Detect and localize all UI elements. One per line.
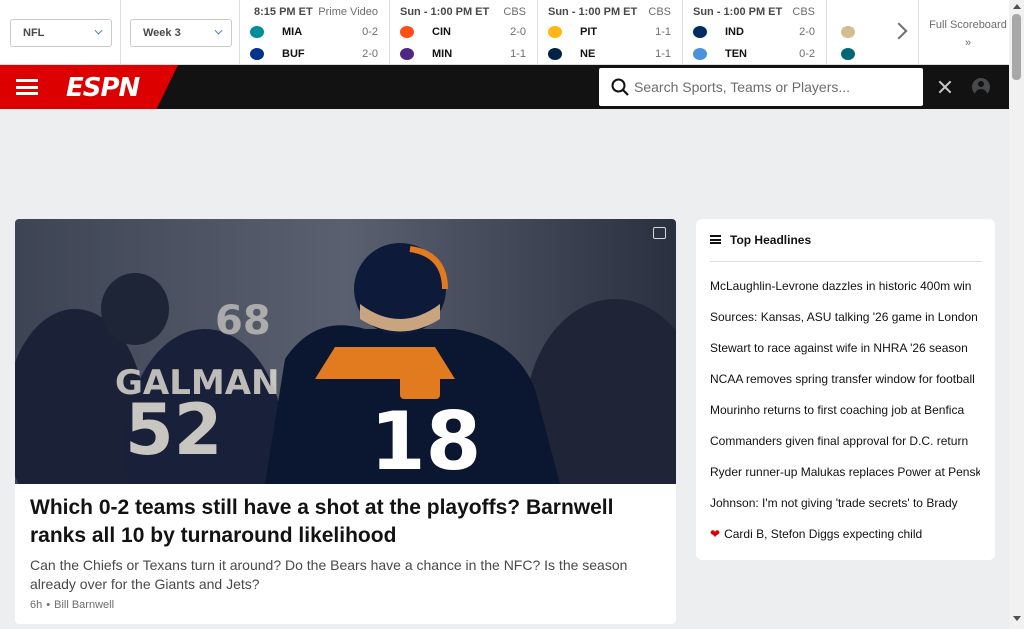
team-record: 0-2 [799,48,815,60]
team-logo-icon [548,48,562,60]
user-account-icon[interactable] [972,78,990,96]
week-select[interactable]: Week 3 [130,19,232,47]
headline-item[interactable]: Commanders given final approval for D.C.… [710,434,980,448]
game-status: Sun - 1:00 PM ET [548,6,638,18]
headline-item[interactable]: Ryder runner-up Malukas replaces Power a… [710,465,980,479]
team-row [841,47,886,63]
hero-story-card[interactable]: GALMAN 52 68 18 Which 0-2 teams still ha… [15,219,676,624]
game-status: 8:15 PM ET [254,6,313,18]
team-record: 1-1 [655,26,671,38]
image-gallery-icon[interactable] [653,227,666,239]
game-card[interactable]: Sun - 1:00 PM ET CBS CIN 2-0 MIN 1-1 [390,0,536,65]
team-logo-icon [693,26,707,38]
espn-logo[interactable]: ESPN [66,73,140,103]
story-author: Bill Barnwell [54,599,115,611]
team-logo-icon [400,48,414,60]
divider [918,0,919,65]
team-logo-icon [250,26,264,38]
jersey-number-back: 52 [125,389,222,471]
team-logo-icon [250,48,264,60]
jersey-number-side: 68 [215,298,271,344]
list-icon [710,235,721,245]
team-abbr: BUF [282,48,305,60]
team-logo-icon [693,48,707,60]
team-abbr: IND [725,26,744,38]
game-status: Sun - 1:00 PM ET [693,6,783,18]
team-row [841,25,886,41]
team-row: NE 1-1 [548,47,671,63]
headline-item[interactable]: Stewart to race against wife in NHRA '26… [710,341,980,355]
team-row: MIN 1-1 [400,47,526,63]
close-search-icon[interactable] [937,79,953,95]
team-record: 2-0 [799,26,815,38]
team-abbr: NE [580,48,596,60]
top-headlines-label: Top Headlines [730,233,812,247]
top-headlines-title: Top Headlines [710,233,811,247]
menu-icon[interactable] [16,79,38,95]
hero-meta: 6h • Bill Barnwell [30,599,114,611]
team-abbr: PIT [580,26,598,38]
team-row: CIN 2-0 [400,25,526,41]
chevron-down-icon [94,26,103,35]
divider [120,0,121,65]
game-card[interactable]: Sun - 1:00 PM ET CBS PIT 1-1 NE 1-1 [538,0,681,65]
game-network: Prime Video [318,6,378,18]
separator-dot: • [46,599,51,611]
game-network: CBS [648,6,671,18]
team-row: TEN 0-2 [693,47,815,63]
scrollbar-thumb[interactable] [1012,14,1021,80]
team-row: MIA 0-2 [250,25,378,41]
scroll-down-arrow-icon[interactable] [1013,616,1021,621]
full-scoreboard-link[interactable]: Full Scoreboard » [928,16,1008,52]
team-record: 2-0 [510,26,526,38]
divider [826,0,827,65]
scoreboard-next-arrow-icon[interactable] [893,22,907,40]
team-record: 2-0 [362,48,378,60]
team-record: 0-2 [362,26,378,38]
headline-item-featured[interactable]: ❤ Cardi B, Stefon Diggs expecting child [710,527,980,541]
league-select-label: NFL [23,27,45,39]
team-logo-icon [841,48,855,60]
game-network: CBS [503,6,526,18]
team-record: 1-1 [510,48,526,60]
team-logo-icon [841,26,855,38]
team-row: BUF 2-0 [250,47,378,63]
search-icon[interactable] [611,78,629,96]
top-headlines-panel: Top Headlines McLaughlin-Levrone dazzles… [696,219,995,560]
search-input[interactable] [634,73,920,101]
jersey-number-front: 18 [370,395,481,484]
team-abbr: MIA [282,26,303,38]
team-abbr: MIN [432,48,453,60]
game-card[interactable]: 8:15 PM ET Prime Video MIA 0-2 BUF 2-0 [240,0,388,65]
team-logo-icon [548,26,562,38]
game-status: Sun - 1:00 PM ET [400,6,490,18]
story-age: 6h [30,599,43,611]
scoreboard-strip: NFL Week 3 8:15 PM ET Prime Video MIA 0-… [0,0,1009,65]
hero-description: Can the Chiefs or Texans turn it around?… [30,557,628,592]
headline-item[interactable]: Mourinho returns to first coaching job a… [710,403,980,417]
week-select-label: Week 3 [143,27,181,39]
game-card-partial[interactable] [836,0,886,65]
game-network: CBS [792,6,815,18]
headline-item[interactable]: McLaughlin-Levrone dazzles in historic 4… [710,279,980,293]
heart-icon: ❤ [710,527,721,541]
scroll-up-arrow-icon[interactable] [1013,4,1021,9]
team-row: IND 2-0 [693,25,815,41]
team-abbr: TEN [725,48,747,60]
headline-item[interactable]: Johnson: I'm not giving 'trade secrets' … [710,496,980,510]
team-row: PIT 1-1 [548,25,671,41]
headline-text: Cardi B, Stefon Diggs expecting child [724,527,923,541]
hero-image[interactable]: GALMAN 52 68 18 [15,219,676,484]
headline-item[interactable]: Sources: Kansas, ASU talking '26 game in… [710,310,980,324]
chevron-down-icon [214,26,223,35]
hero-headline[interactable]: Which 0-2 teams still have a shot at the… [30,494,650,550]
page-scrollbar[interactable] [1009,0,1024,629]
divider [710,261,982,262]
league-select[interactable]: NFL [10,19,112,47]
game-card[interactable]: Sun - 1:00 PM ET CBS IND 2-0 TEN 0-2 [683,0,825,65]
team-record: 1-1 [655,48,671,60]
headline-item[interactable]: NCAA removes spring transfer window for … [710,372,980,386]
team-abbr: CIN [432,26,451,38]
team-logo-icon [400,26,414,38]
